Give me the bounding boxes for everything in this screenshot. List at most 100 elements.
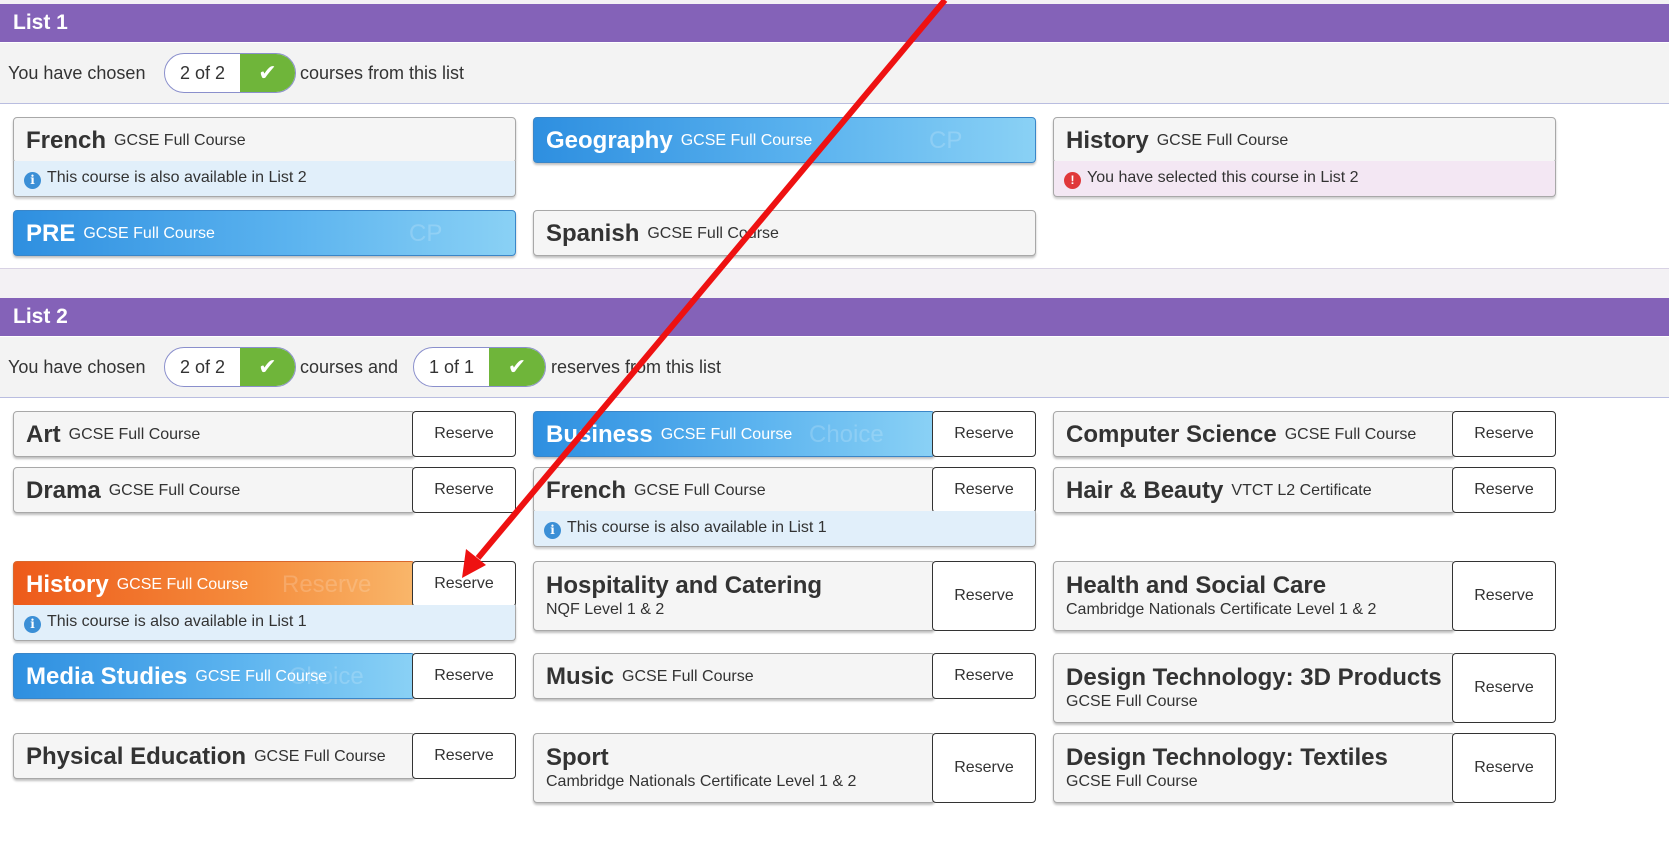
list1-summary: You have chosen 2 of 2 ✔ courses from th… bbox=[0, 43, 1669, 104]
course-face[interactable]: Hospitality and Catering NQF Level 1 & 2 bbox=[533, 561, 935, 631]
check-icon: ✔ bbox=[489, 348, 545, 386]
course-note-text: This course is also available in List 1 bbox=[47, 613, 307, 630]
choice-watermark: CP bbox=[929, 127, 963, 154]
list2-header: List 2 bbox=[0, 298, 1669, 336]
info-icon: i bbox=[24, 172, 41, 189]
course-level: GCSE Full Course bbox=[116, 576, 249, 593]
course-face[interactable]: Computer Science GCSE Full Course bbox=[1053, 411, 1455, 457]
course-name: Computer Science bbox=[1066, 421, 1277, 448]
course-face[interactable]: French GCSE Full Course bbox=[533, 467, 935, 513]
course-name: Art bbox=[26, 421, 61, 448]
reserve-button[interactable]: Reserve bbox=[412, 467, 516, 513]
list1-chosen-count: 2 of 2 bbox=[179, 63, 226, 83]
list1-header: List 1 bbox=[0, 4, 1669, 42]
reserve-button[interactable]: Reserve bbox=[412, 561, 516, 607]
course-level: GCSE Full Course bbox=[622, 668, 754, 685]
course-note: i This course is also available in List 2 bbox=[13, 161, 516, 197]
list2-chosen-pill: 2 of 2 ✔ bbox=[164, 347, 296, 387]
course-level: GCSE Full Course bbox=[68, 426, 201, 443]
list2-reserve-pill: 1 of 1 ✔ bbox=[413, 347, 546, 387]
course-name: Hospitality and Catering bbox=[546, 572, 823, 599]
list2-summary-prefix: You have chosen bbox=[8, 357, 146, 377]
course-face[interactable]: PRE GCSE Full Course CP bbox=[13, 210, 516, 256]
reserve-button[interactable]: Reserve bbox=[1452, 733, 1556, 803]
course-level: GCSE Full Course bbox=[634, 482, 766, 499]
reserve-button[interactable]: Reserve bbox=[1452, 561, 1556, 631]
course-note: i This course is also available in List 1 bbox=[13, 605, 516, 641]
course-level: GCSE Full Course bbox=[1156, 132, 1289, 149]
course-face[interactable]: Spanish GCSE Full Course bbox=[533, 210, 1036, 256]
info-icon: i bbox=[544, 522, 561, 539]
choice-watermark: CP bbox=[409, 220, 443, 247]
reserve-button[interactable]: Reserve bbox=[412, 653, 516, 699]
course-note: ! You have selected this course in List 2 bbox=[1053, 161, 1556, 197]
course-face[interactable]: Business GCSE Full Course Choice bbox=[533, 411, 935, 457]
course-level: Cambridge Nationals Certificate Level 1 … bbox=[546, 773, 857, 790]
course-face[interactable]: Art GCSE Full Course bbox=[13, 411, 415, 457]
reserve-button[interactable]: Reserve bbox=[1452, 653, 1556, 723]
course-name: French bbox=[26, 127, 107, 154]
list1-title: List 1 bbox=[13, 11, 68, 34]
course-face[interactable]: Physical Education GCSE Full Course bbox=[13, 733, 415, 779]
list2-summary-mid: courses and bbox=[300, 357, 399, 377]
reserve-button[interactable]: Reserve bbox=[932, 561, 1036, 631]
course-face[interactable]: Drama GCSE Full Course bbox=[13, 467, 415, 513]
course-name: Drama bbox=[26, 477, 101, 504]
reserve-button[interactable]: Reserve bbox=[1452, 467, 1556, 513]
course-level: NQF Level 1 & 2 bbox=[546, 601, 665, 618]
course-level: GCSE Full Course bbox=[1066, 693, 1198, 710]
reserve-button[interactable]: Reserve bbox=[412, 411, 516, 457]
choice-watermark: Choice bbox=[809, 421, 884, 448]
reserve-button[interactable]: Reserve bbox=[932, 467, 1036, 513]
course-face[interactable]: Geography GCSE Full Course CP bbox=[533, 117, 1036, 163]
course-name: History bbox=[26, 571, 109, 598]
course-face[interactable]: Health and Social Care Cambridge National… bbox=[1053, 561, 1455, 631]
course-level: GCSE Full Course bbox=[1066, 773, 1198, 790]
reserve-button[interactable]: Reserve bbox=[1452, 411, 1556, 457]
course-level: GCSE Full Course bbox=[114, 132, 246, 149]
list1-chosen-pill: 2 of 2 ✔ bbox=[164, 53, 296, 93]
course-face[interactable]: Hair & Beauty VTCT L2 Certificate bbox=[1053, 467, 1455, 513]
course-name: Sport bbox=[546, 744, 609, 771]
course-level: GCSE Full Course bbox=[680, 132, 813, 149]
course-face[interactable]: Media Studies GCSE Full Course Choice bbox=[13, 653, 415, 699]
course-face[interactable]: French GCSE Full Course bbox=[13, 117, 516, 163]
course-face[interactable]: Music GCSE Full Course bbox=[533, 653, 935, 699]
course-name: Spanish bbox=[546, 220, 640, 247]
course-level: GCSE Full Course bbox=[1284, 426, 1417, 443]
info-icon: i bbox=[24, 616, 41, 633]
choice-watermark: Choice bbox=[289, 663, 364, 690]
course-name: Physical Education bbox=[26, 743, 247, 770]
list1-summary-suffix: courses from this list bbox=[300, 63, 465, 83]
course-name: Health and Social Care bbox=[1066, 572, 1327, 599]
course-name: Design Technology: Textiles bbox=[1066, 744, 1388, 771]
course-face[interactable]: History GCSE Full Course bbox=[1053, 117, 1556, 163]
list2-reserve-count: 1 of 1 bbox=[428, 357, 475, 377]
reserve-button[interactable]: Reserve bbox=[932, 653, 1036, 699]
list2-summary-suffix: reserves from this list bbox=[551, 357, 722, 377]
exclamation-icon: ! bbox=[1064, 172, 1081, 189]
course-face[interactable]: Design Technology: 3D Products GCSE Full … bbox=[1053, 653, 1455, 723]
check-icon: ✔ bbox=[240, 348, 295, 386]
course-name: PRE bbox=[26, 220, 76, 247]
course-level: GCSE Full Course bbox=[108, 482, 241, 499]
course-level: GCSE Full Course bbox=[647, 225, 779, 242]
reserve-button[interactable]: Reserve bbox=[412, 733, 516, 779]
reserve-button[interactable]: Reserve bbox=[932, 733, 1036, 803]
course-level: VTCT L2 Certificate bbox=[1231, 482, 1372, 499]
reserve-button[interactable]: Reserve bbox=[932, 411, 1036, 457]
course-name: Geography bbox=[546, 127, 673, 154]
reserve-watermark: Reserve bbox=[282, 571, 372, 598]
list2-summary: You have chosen 2 of 2 ✔ courses and 1 o… bbox=[0, 337, 1669, 398]
course-face[interactable]: Sport Cambridge Nationals Certificate Lev… bbox=[533, 733, 935, 803]
list2-title: List 2 bbox=[13, 305, 68, 328]
course-level: GCSE Full Course bbox=[254, 748, 386, 765]
course-name: Music bbox=[546, 663, 615, 690]
course-name: Design Technology: 3D Products bbox=[1066, 664, 1442, 691]
course-face[interactable]: History GCSE Full Course Reserve bbox=[13, 561, 415, 607]
course-level: GCSE Full Course bbox=[83, 225, 215, 242]
course-name: French bbox=[546, 477, 627, 504]
list1-summary-prefix: You have chosen bbox=[8, 63, 146, 83]
course-note-text: This course is also available in List 1 bbox=[567, 519, 827, 536]
course-face[interactable]: Design Technology: Textiles GCSE Full Cou… bbox=[1053, 733, 1455, 803]
